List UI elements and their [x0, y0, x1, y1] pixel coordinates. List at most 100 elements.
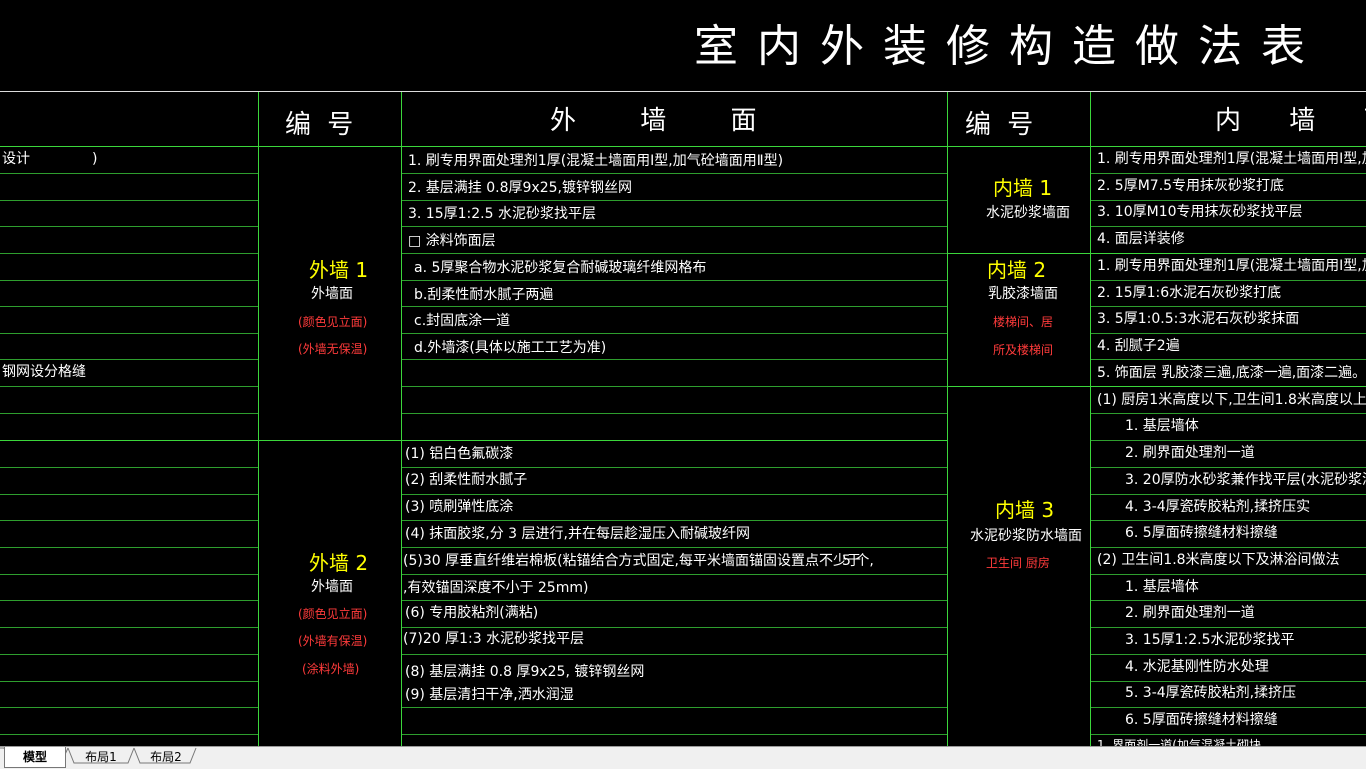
- int-row-line: [1091, 654, 1366, 655]
- int3-row: 1. 基层墙体: [1125, 418, 1199, 434]
- left-row-line: [0, 226, 258, 227]
- layout-tab-bar: 模型 布局1 布局2: [0, 746, 1366, 769]
- int-section-line: [948, 386, 1090, 387]
- tab-outline-graphics: [0, 747, 197, 764]
- int-row-line: [1091, 734, 1366, 735]
- ext-row-line: [402, 200, 947, 201]
- int-row-line: [1091, 226, 1366, 227]
- int2-row: 1. 刷专用界面处理剂1厚(混凝土墙面用Ⅰ型,加气砼墙面用Ⅱ型: [1097, 258, 1366, 274]
- left-row-line: [0, 333, 258, 334]
- int-row-line: [1091, 200, 1366, 201]
- int-row-line: [1091, 359, 1366, 360]
- ext-row-line: [402, 280, 947, 281]
- left-row-line: [0, 600, 258, 601]
- drawing-title: 室内外装修构造做法表: [694, 21, 1324, 72]
- ext1-code: 外墙 1: [309, 258, 369, 282]
- left-row-line: [0, 306, 258, 307]
- column-divider-4: [1090, 92, 1091, 746]
- ext1-row: 2. 基层满挂 0.8厚9x25,镀锌钢丝网: [408, 180, 632, 196]
- ext1-note-color: (颜色见立面): [298, 315, 368, 329]
- int-row-line: [1091, 173, 1366, 174]
- ext2-row: ,有效锚固深度不小于 25mm): [403, 580, 589, 596]
- ext-row-line: [402, 494, 947, 495]
- int-row-line: [1091, 467, 1366, 468]
- ext-row-line: [402, 707, 947, 708]
- int-row-line: [1091, 627, 1366, 628]
- ext-row-line: [402, 627, 947, 628]
- ext1-name: 外墙面: [311, 286, 353, 302]
- tab-layout-1[interactable]: 布局1: [70, 747, 132, 767]
- ext1-row: b.刮柔性耐水腻子两遍: [414, 287, 554, 303]
- int3-row: 2. 刷界面处理剂一道: [1125, 445, 1255, 461]
- left-row-line: [0, 627, 258, 628]
- ext2-row-continued: 5 个,: [842, 553, 874, 569]
- int2-row: 4. 刮腻子2遍: [1097, 338, 1180, 354]
- left-row-line: [0, 280, 258, 281]
- int3-note-location: 卫生间 厨房: [986, 556, 1050, 570]
- int1-row: 3. 10厚M10专用抹灰砂浆找平层: [1097, 204, 1303, 220]
- ext2-note-insulation: (外墙有保温): [298, 634, 368, 648]
- ext1-row: 3. 15厚1:2.5 水泥砂浆找平层: [408, 206, 596, 222]
- left-row-line: [0, 681, 258, 682]
- int3-row: 1. 界面剂一道(加气混凝土砌块: [1097, 738, 1261, 746]
- ext2-row: (4) 抹面胶浆,分 3 层进行,并在每层趁湿压入耐碱玻纤网: [405, 526, 750, 542]
- tab-layout-2[interactable]: 布局2: [136, 747, 196, 767]
- left-row-line: [0, 173, 258, 174]
- int3-row: 4. 3-4厚瓷砖胶粘剂,揉挤压实: [1125, 499, 1311, 515]
- ext-row-line: [402, 173, 947, 174]
- int3-row: 5. 3-4厚瓷砖胶粘剂,揉挤压: [1125, 685, 1297, 701]
- ext1-row: d.外墙漆(具体以施工工艺为准): [414, 340, 607, 356]
- column-divider-1: [258, 92, 259, 746]
- int-section-line: [948, 253, 1090, 254]
- int-row-line: [1091, 681, 1366, 682]
- int3-row: 6. 5厚面砖擦缝材料擦缝: [1125, 712, 1278, 728]
- left-row-line: [0, 413, 258, 414]
- ext-row-line: [402, 574, 947, 575]
- int2-row: 2. 15厚1:6水泥石灰砂浆打底: [1097, 285, 1282, 301]
- ext-row-line: [402, 226, 947, 227]
- tab-model[interactable]: 模型: [4, 747, 66, 768]
- int-row-line: [1091, 520, 1366, 521]
- int3-row: (1) 厨房1米高度以下,卫生间1.8米高度以上(除淋浴间)做法: [1097, 392, 1366, 408]
- table-top-border: [0, 91, 1366, 92]
- left-row-line: [0, 707, 258, 708]
- left-row-line: [0, 547, 258, 548]
- int2-name: 乳胶漆墙面: [988, 286, 1058, 302]
- int3-row: 2. 刷界面处理剂一道: [1125, 605, 1255, 621]
- ext-row-line: [402, 359, 947, 360]
- ext2-row: (5)30 厚垂直纤维岩棉板(粘锚结合方式固定,每平米墙面锚固设置点不少于: [403, 553, 862, 569]
- int-row-line: [1091, 440, 1366, 441]
- int3-row: 1. 基层墙体: [1125, 579, 1199, 595]
- ext2-note-paint: (涂料外墙): [302, 662, 360, 676]
- left-row-line: [0, 467, 258, 468]
- ext1-row: a. 5厚聚合物水泥砂浆复合耐碱玻璃纤维网格布: [414, 260, 707, 276]
- int-row-line: [1091, 547, 1366, 548]
- cad-drawing-canvas[interactable]: 室内外装修构造做法表 编 号 外 墙 面 编 号 内 墙 面 设计 ) 钢网设分…: [0, 0, 1366, 746]
- ext-section-line: [259, 440, 947, 441]
- left-row-line: [0, 734, 258, 735]
- int-row-line: [1091, 253, 1366, 254]
- ext-row-line: [402, 306, 947, 307]
- int2-note-location-2: 所及楼梯间: [993, 343, 1054, 357]
- ext-row-line: [402, 333, 947, 334]
- ext-row-line: [402, 467, 947, 468]
- int3-row: 4. 水泥基刚性防水处理: [1125, 659, 1269, 675]
- ext-row-line: [402, 520, 947, 521]
- int3-code: 内墙 3: [995, 498, 1055, 522]
- int3-row: 6. 5厚面砖擦缝材料擦缝: [1125, 525, 1278, 541]
- int3-row: 3. 15厚1:2.5水泥砂浆找平: [1125, 632, 1295, 648]
- left-note-mesh: 钢网设分格缝: [2, 364, 86, 380]
- ext-row-line: [402, 600, 947, 601]
- int1-row: 1. 刷专用界面处理剂1厚(混凝土墙面用Ⅰ型,加气砼墙面用Ⅱ型: [1097, 151, 1366, 167]
- ext1-row: 1. 刷专用界面处理剂1厚(混凝土墙面用Ⅰ型,加气砼墙面用Ⅱ型): [408, 153, 784, 169]
- ext-row-line: [402, 413, 947, 414]
- int-row-line: [1091, 574, 1366, 575]
- left-row-line: [0, 359, 258, 360]
- int-row-line: [1091, 306, 1366, 307]
- ext1-note-insulation: (外墙无保温): [298, 342, 368, 356]
- left-note-design: 设计: [2, 151, 30, 167]
- int1-name: 水泥砂浆墙面: [986, 205, 1070, 221]
- int3-row: 3. 20厚防水砂浆兼作找平层(水泥砂浆添加防水剂,配: [1125, 472, 1366, 488]
- ext2-row: (8) 基层满挂 0.8 厚9x25, 镀锌钢丝网: [405, 664, 645, 680]
- int-row-line: [1091, 413, 1366, 414]
